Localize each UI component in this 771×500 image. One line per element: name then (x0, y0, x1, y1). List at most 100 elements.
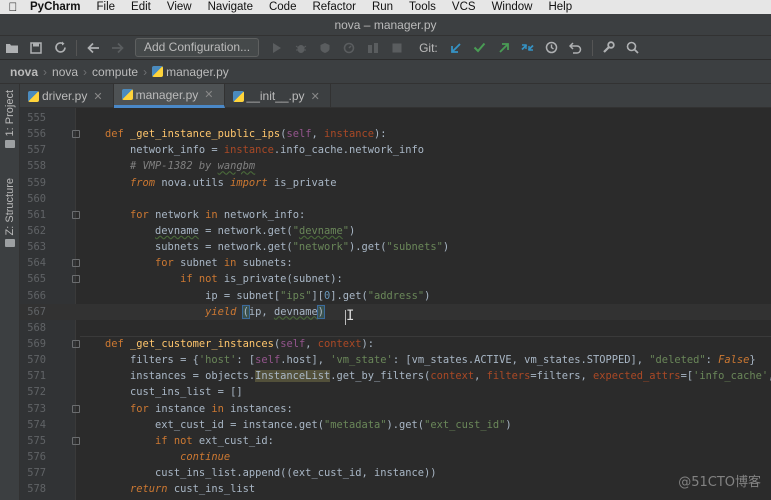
breadcrumb-separator: › (83, 64, 88, 79)
code-line: 568 (20, 320, 771, 336)
breadcrumb-folder-nova[interactable]: nova (52, 65, 78, 79)
apple-logo-icon[interactable]:  (0, 0, 26, 14)
tab-manager-py[interactable]: manager.py ✕ (113, 84, 225, 108)
settings-wrench-icon[interactable] (597, 37, 621, 59)
menu-refactor[interactable]: Refactor (304, 1, 363, 13)
left-tool-strip: 1: Project Z: Structure (0, 84, 20, 500)
toolbar-separator (76, 39, 77, 56)
menu-vcs[interactable]: VCS (444, 1, 484, 13)
menu-code[interactable]: Code (261, 1, 305, 13)
run-icon[interactable] (265, 37, 289, 59)
code-text: continue (180, 450, 231, 463)
fold-marker-icon[interactable] (72, 210, 80, 219)
line-number: 578 (27, 483, 46, 496)
breadcrumb-separator: › (43, 64, 48, 79)
code-text: for subnet in subnets: (155, 257, 293, 270)
menu-file[interactable]: File (89, 1, 124, 13)
debug-icon[interactable] (289, 37, 313, 59)
code-text: network_info = instance.info_cache.netwo… (105, 144, 425, 157)
code-line: 561 for network in network_info: (20, 207, 771, 223)
project-tool-label: 1: Project (4, 90, 16, 137)
fold-marker-icon[interactable] (72, 339, 80, 348)
tab-label: __init__.py (246, 89, 305, 103)
concurrency-icon[interactable] (361, 37, 385, 59)
profile-icon[interactable] (337, 37, 361, 59)
code-line: 566 ip = subnet["ips"][0].get("address") (20, 288, 771, 304)
menu-window[interactable]: Window (484, 1, 541, 13)
menu-navigate[interactable]: Navigate (200, 1, 261, 13)
code-line: 564 for subnet in subnets: (20, 255, 771, 271)
code-line: 578 return cust_ins_list (20, 481, 771, 497)
tab-driver-py[interactable]: driver.py ✕ (20, 84, 114, 108)
git-compare-icon[interactable] (516, 37, 540, 59)
code-line: 573 for instance in instances: (20, 401, 771, 417)
code-text: for network in network_info: (130, 208, 306, 221)
menu-run[interactable]: Run (364, 1, 401, 13)
code-line: 557 network_info = instance.info_cache.n… (20, 142, 771, 158)
project-tool-tab[interactable]: 1: Project (0, 90, 20, 149)
breadcrumb-folder-compute[interactable]: compute (92, 65, 138, 79)
python-file-icon (152, 66, 164, 77)
git-push-icon[interactable] (492, 37, 516, 59)
code-text: devname = network.get("devname") (155, 224, 356, 237)
toolbar-separator (591, 39, 593, 56)
fold-marker-icon[interactable] (72, 436, 80, 445)
fold-marker-icon[interactable] (72, 259, 80, 268)
save-icon[interactable] (24, 37, 48, 59)
code-editor[interactable]: 555 556 def _get_instance_public_ips(self… (20, 108, 771, 500)
open-folder-icon[interactable] (0, 37, 24, 59)
macos-menu-bar:  PyCharm File Edit View Navigate Code R… (0, 0, 771, 14)
menu-edit[interactable]: Edit (123, 1, 159, 13)
fold-marker-icon[interactable] (72, 404, 80, 413)
git-update-icon[interactable] (444, 37, 468, 59)
line-number: 555 (27, 112, 46, 124)
tab-init-py[interactable]: __init__.py ✕ (225, 84, 331, 108)
breadcrumb-project[interactable]: nova (10, 65, 38, 79)
line-number: 558 (27, 160, 46, 173)
line-number: 572 (27, 386, 46, 399)
rollback-icon[interactable] (564, 37, 588, 59)
code-text: instances = objects.InstanceList.get_by_… (105, 370, 771, 383)
code-text: if not is_private(subnet): (180, 273, 343, 286)
stop-icon[interactable] (385, 37, 409, 59)
folder-icon (5, 140, 15, 149)
git-commit-icon[interactable] (468, 37, 492, 59)
forward-arrow-icon[interactable] (105, 37, 129, 59)
breadcrumb-file[interactable]: manager.py (166, 65, 229, 79)
close-icon[interactable]: ✕ (204, 88, 213, 101)
search-icon[interactable] (621, 37, 645, 59)
line-number: 568 (27, 321, 46, 334)
code-line: 571 instances = objects.InstanceList.get… (20, 368, 771, 384)
coverage-icon[interactable] (313, 37, 337, 59)
mouse-ibeam-cursor-icon: I (346, 308, 355, 324)
line-number: 561 (27, 208, 46, 221)
sync-icon[interactable] (48, 37, 72, 59)
structure-tool-tab[interactable]: Z: Structure (0, 178, 20, 248)
line-number: 560 (27, 192, 46, 205)
code-text: cust_ins_list.append((ext_cust_id, insta… (105, 467, 437, 480)
main-toolbar: Add Configuration... Git: (0, 36, 771, 60)
code-text: ext_cust_id = instance.get("metadata").g… (105, 418, 512, 431)
menu-pycharm[interactable]: PyCharm (26, 1, 89, 13)
line-number: 565 (27, 273, 46, 286)
tab-label: manager.py (135, 87, 199, 102)
code-line: 572 cust_ins_list = [] (20, 384, 771, 400)
line-number: 570 (27, 354, 46, 367)
add-configuration-button[interactable]: Add Configuration... (135, 38, 260, 57)
breadcrumb-separator: › (143, 64, 148, 79)
menu-tools[interactable]: Tools (401, 1, 444, 13)
line-number: 567 (27, 305, 46, 318)
menu-view[interactable]: View (159, 1, 200, 13)
code-line: 556 def _get_instance_public_ips(self, in… (20, 126, 771, 142)
fold-marker-icon[interactable] (72, 130, 80, 139)
fold-marker-icon[interactable] (72, 275, 80, 284)
close-icon[interactable]: ✕ (311, 90, 320, 103)
structure-tool-label: Z: Structure (4, 178, 16, 236)
python-file-icon (232, 90, 244, 102)
close-icon[interactable]: ✕ (93, 90, 102, 103)
history-icon[interactable] (540, 37, 564, 59)
menu-help[interactable]: Help (540, 1, 580, 13)
line-number: 577 (27, 467, 46, 480)
line-number: 557 (27, 144, 46, 157)
back-arrow-icon[interactable] (81, 37, 105, 59)
